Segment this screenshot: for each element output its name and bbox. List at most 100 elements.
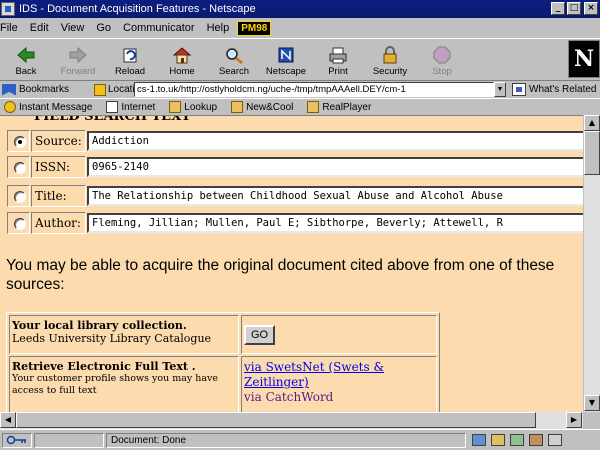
horizontal-scrollbar[interactable]: ◀ ▶ bbox=[0, 412, 583, 429]
source-radio[interactable] bbox=[14, 136, 26, 148]
navigation-toolbar: Back Forward Reload Home Search Netscape… bbox=[0, 38, 600, 80]
horizontal-scroll-thumb[interactable] bbox=[16, 412, 536, 428]
scroll-up-button[interactable]: ▲ bbox=[584, 115, 600, 131]
app-icon[interactable] bbox=[1, 2, 15, 16]
source-field[interactable]: Addiction bbox=[87, 131, 583, 151]
new-cool-folder-icon bbox=[231, 101, 244, 113]
reload-label: Reload bbox=[114, 66, 146, 77]
local-library-catalogue: Leeds University Library Catalogue bbox=[12, 332, 212, 345]
go-button[interactable]: GO bbox=[244, 325, 276, 345]
netscape-button[interactable]: Netscape bbox=[260, 39, 312, 79]
pm98-badge[interactable]: PM98 bbox=[237, 20, 272, 36]
minimize-button[interactable]: _ bbox=[551, 2, 565, 15]
url-input[interactable]: cs-1.to.uk/http://ostlyholdcm.ng/uche-/t… bbox=[134, 82, 494, 97]
mailbox-icon[interactable] bbox=[491, 434, 505, 446]
stop-icon bbox=[433, 46, 451, 64]
composer-icon[interactable] bbox=[529, 434, 543, 446]
stop-button[interactable]: Stop bbox=[416, 39, 468, 79]
page-proxy-icon[interactable] bbox=[94, 83, 106, 96]
netscape-icon bbox=[278, 47, 294, 63]
discussion-icon[interactable] bbox=[510, 434, 524, 446]
menu-go[interactable]: Go bbox=[90, 22, 117, 34]
menu-communicator[interactable]: Communicator bbox=[117, 22, 201, 34]
title-bar[interactable]: IDS - Document Acquisition Features - Ne… bbox=[0, 0, 600, 18]
author-radio[interactable] bbox=[14, 218, 26, 230]
menu-edit[interactable]: Edit bbox=[24, 22, 55, 34]
back-label: Back bbox=[15, 66, 37, 77]
scroll-right-button[interactable]: ▶ bbox=[566, 412, 582, 428]
realplayer-folder-icon bbox=[307, 101, 320, 113]
location-label: Location: bbox=[108, 84, 134, 95]
menu-view[interactable]: View bbox=[55, 22, 91, 34]
home-button[interactable]: Home bbox=[156, 39, 208, 79]
realplayer-label: RealPlayer bbox=[322, 101, 372, 113]
bookmark-icon bbox=[2, 83, 16, 96]
menu-file[interactable]: File bbox=[0, 22, 24, 34]
whats-related-label: What's Related bbox=[529, 84, 597, 95]
forward-arrow-icon bbox=[69, 46, 87, 64]
internet-link[interactable]: Internet bbox=[106, 101, 155, 113]
forward-label: Forward bbox=[60, 66, 96, 77]
vertical-scrollbar[interactable]: ▲ ▼ bbox=[583, 115, 600, 412]
issn-radio[interactable] bbox=[14, 162, 26, 174]
search-button[interactable]: Search bbox=[208, 39, 260, 79]
reload-button[interactable]: Reload bbox=[104, 39, 156, 79]
lookup-label: Lookup bbox=[184, 101, 218, 113]
home-label: Home bbox=[169, 66, 195, 77]
local-library-action-cell: GO bbox=[241, 315, 437, 354]
author-field[interactable]: Fleming, Jillian; Mullen, Paul E; Sibtho… bbox=[87, 213, 583, 233]
security-button[interactable]: Security bbox=[364, 39, 416, 79]
component-bar bbox=[472, 434, 567, 446]
radio-cell bbox=[7, 185, 30, 207]
lookup-link[interactable]: Lookup bbox=[169, 101, 217, 113]
url-dropdown-button[interactable]: ▼ bbox=[494, 82, 506, 97]
author-label: Author: bbox=[31, 212, 86, 234]
status-bar: Document: Done bbox=[0, 429, 600, 450]
location-bar: Bookmarks Location: cs-1.to.uk/http://os… bbox=[0, 80, 600, 98]
bookmarks-button[interactable]: Bookmarks bbox=[0, 83, 94, 96]
close-button[interactable]: × bbox=[584, 2, 598, 15]
netscape-logo[interactable]: N bbox=[568, 40, 600, 78]
instant-message-label: Instant Message bbox=[19, 101, 93, 113]
back-arrow-icon bbox=[17, 46, 35, 64]
maximize-button[interactable]: □ bbox=[567, 2, 581, 15]
internet-label: Internet bbox=[121, 101, 156, 113]
realplayer-link[interactable]: RealPlayer bbox=[307, 101, 371, 113]
unlocked-key-icon bbox=[6, 435, 26, 445]
section-heading: FIELD SEARCH TEXT bbox=[34, 115, 191, 124]
menu-help[interactable]: Help bbox=[201, 22, 236, 34]
issn-field[interactable]: 0965-2140 bbox=[87, 157, 583, 177]
whats-related-button[interactable]: What's Related bbox=[512, 83, 597, 96]
electronic-note: Your customer profile shows you may have… bbox=[12, 373, 219, 396]
swetsnet-link[interactable]: via SwetsNet (Swets & Zeitlinger) bbox=[244, 360, 434, 390]
print-icon bbox=[329, 47, 347, 64]
electronic-cell: Retrieve Electronic Full Text . Your cus… bbox=[9, 356, 239, 412]
forward-button[interactable]: Forward bbox=[52, 39, 104, 79]
field-row-author: Author: Fleming, Jillian; Mullen, Paul E… bbox=[7, 212, 583, 234]
title-field[interactable]: The Relationship between Childhood Sexua… bbox=[87, 186, 583, 206]
sources-table: Your local library collection. Leeds Uni… bbox=[6, 312, 440, 412]
print-button[interactable]: Print bbox=[312, 39, 364, 79]
bookmarks-label: Bookmarks bbox=[19, 84, 70, 95]
security-lock-icon bbox=[383, 46, 397, 64]
security-status[interactable] bbox=[2, 432, 32, 448]
title-radio[interactable] bbox=[14, 191, 26, 203]
navigator-icon[interactable] bbox=[472, 434, 486, 446]
offline-icon[interactable] bbox=[548, 434, 562, 446]
location-label-wrap: Location: bbox=[94, 83, 134, 96]
reload-icon bbox=[123, 48, 137, 63]
vertical-scroll-thumb[interactable] bbox=[584, 131, 600, 175]
field-row-source: Source: Addiction bbox=[7, 130, 583, 152]
scroll-left-button[interactable]: ◀ bbox=[0, 412, 16, 428]
scroll-down-button[interactable]: ▼ bbox=[584, 395, 600, 411]
local-library-cell: Your local library collection. Leeds Uni… bbox=[9, 315, 239, 354]
new-cool-link[interactable]: New&Cool bbox=[231, 101, 293, 113]
home-icon bbox=[172, 47, 192, 64]
instant-message-link[interactable]: Instant Message bbox=[4, 101, 92, 113]
catchword-link[interactable]: via CatchWord bbox=[244, 390, 434, 405]
back-button[interactable]: Back bbox=[0, 39, 52, 79]
instant-message-icon bbox=[4, 101, 16, 113]
source-label: Source: bbox=[31, 130, 86, 152]
stop-label: Stop bbox=[432, 66, 452, 77]
internet-icon bbox=[106, 101, 119, 113]
